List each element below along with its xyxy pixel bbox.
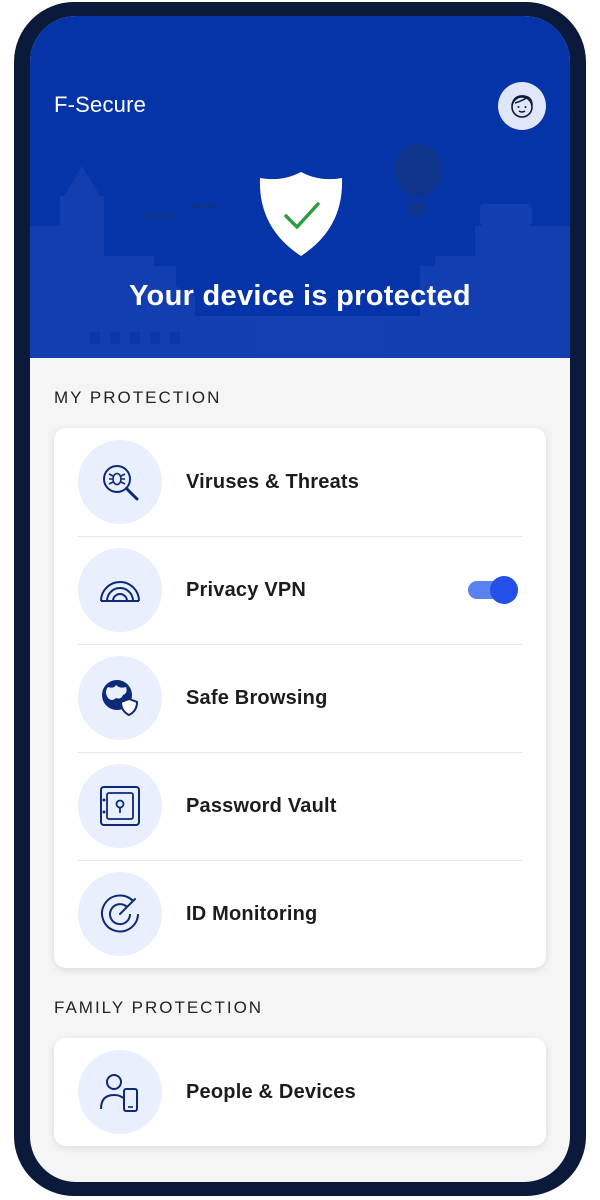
virus-scan-icon (78, 440, 162, 524)
vault-icon (78, 764, 162, 848)
my-protection-card: Viruses & Threats Privacy VPN Safe Brows… (54, 428, 546, 968)
item-label: People & Devices (186, 1081, 356, 1103)
list-item-viruses-threats[interactable]: Viruses & Threats (54, 428, 546, 536)
my-protection-heading: MY PROTECTION (54, 388, 222, 407)
status-header: F-Secure Your device is protected (30, 16, 570, 358)
radar-icon (78, 872, 162, 956)
vpn-toggle[interactable] (466, 576, 518, 604)
toggle-knob (490, 576, 518, 604)
list-item-password-vault[interactable]: Password Vault (54, 752, 546, 860)
shield-check-icon (259, 172, 343, 256)
vpn-signal-icon (78, 548, 162, 632)
app-screen: F-Secure Your device is protected MY PRO… (30, 16, 570, 1182)
item-label: ID Monitoring (186, 903, 318, 925)
item-label: Privacy VPN (186, 579, 307, 601)
list-item-privacy-vpn[interactable]: Privacy VPN (54, 536, 546, 644)
family-protection-heading: FAMILY PROTECTION (54, 998, 264, 1017)
item-label: Safe Browsing (186, 687, 328, 709)
user-avatar-icon[interactable] (498, 82, 546, 130)
list-item-safe-browsing[interactable]: Safe Browsing (54, 644, 546, 752)
item-label: Viruses & Threats (186, 471, 360, 493)
list-item-people-devices[interactable]: People & Devices (54, 1038, 546, 1146)
list-item-id-monitoring[interactable]: ID Monitoring (54, 860, 546, 968)
protection-status-title: Your device is protected (129, 280, 471, 312)
item-label: Password Vault (186, 795, 337, 817)
family-protection-card: People & Devices (54, 1038, 546, 1146)
person-device-icon (78, 1050, 162, 1134)
face-icon (511, 95, 533, 118)
globe-shield-icon (78, 656, 162, 740)
brand-name: F-Secure (54, 92, 147, 117)
